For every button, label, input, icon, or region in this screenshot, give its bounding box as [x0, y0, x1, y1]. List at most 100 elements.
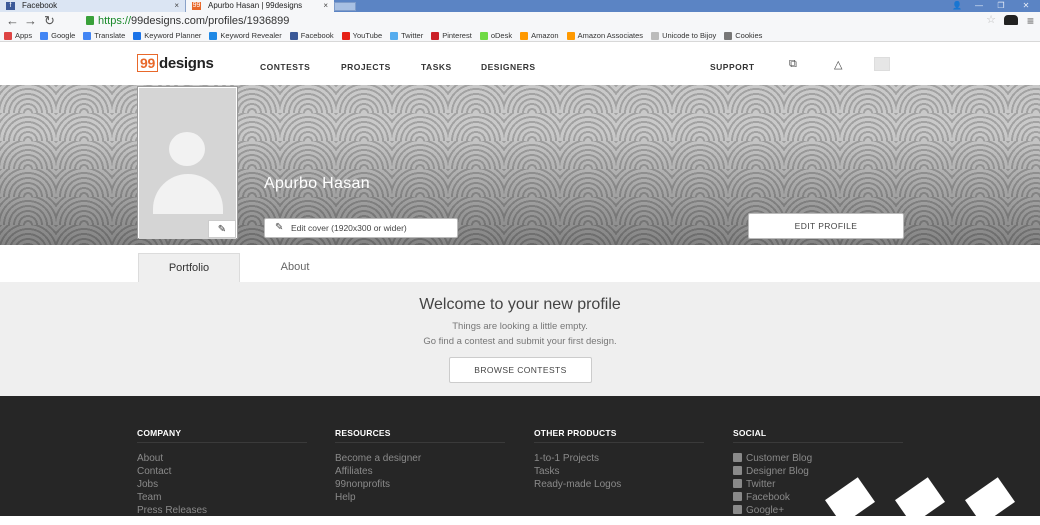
browser-tab-facebook[interactable]: f Facebook × [0, 0, 186, 12]
99designs-favicon-icon: 99 [192, 2, 201, 10]
footer-link-tasks[interactable]: Tasks [534, 465, 704, 478]
nav-projects[interactable]: PROJECTS [341, 62, 391, 72]
portfolio-empty-state: Welcome to your new profile Things are l… [0, 282, 1040, 396]
rss-icon [733, 453, 742, 462]
bookmark-item[interactable]: Facebook [289, 31, 334, 40]
rss-icon [733, 466, 742, 475]
bookmark-label: Amazon [531, 31, 559, 40]
footer-social: SOCIAL Customer Blog Designer Blog Twitt… [733, 428, 903, 517]
footer-link-customer-blog[interactable]: Customer Blog [733, 452, 903, 465]
footer-link-designer-blog[interactable]: Designer Blog [733, 465, 903, 478]
edit-cover-label: Edit cover (1920x300 or wider) [291, 223, 407, 233]
footer-heading: OTHER PRODUCTS [534, 428, 704, 443]
bookmark-item[interactable]: Keyword Planner [133, 31, 201, 40]
footer-link-twitter[interactable]: Twitter [733, 478, 903, 491]
address-bar: ← → ↻ https://99designs.com/profiles/193… [0, 12, 1040, 30]
bookmark-label: Google [51, 31, 76, 40]
edit-cover-button[interactable]: ✎ Edit cover (1920x300 or wider) [264, 218, 458, 238]
footer: COMPANY About Contact Jobs Team Press Re… [0, 396, 1040, 525]
footer-link-about[interactable]: About [137, 452, 307, 465]
bookmark-item[interactable]: Twitter [390, 31, 423, 40]
bookmark-item[interactable]: oDesk [479, 31, 512, 40]
window-controls: 👤 — ❐ ✕ [946, 0, 1040, 12]
footer-link-become-designer[interactable]: Become a designer [335, 452, 505, 465]
bookmark-item[interactable]: Translate [83, 31, 125, 40]
back-icon[interactable]: ← [6, 12, 19, 30]
bell-icon[interactable]: △ [834, 58, 842, 71]
tab-about[interactable]: About [260, 253, 330, 282]
forward-icon[interactable]: → [24, 12, 37, 30]
menu-icon[interactable]: ≡ [1027, 12, 1034, 30]
pencil-icon: ✎ [275, 222, 284, 233]
bookmark-label: Keyword Revealer [220, 31, 282, 40]
bookmark-favicon-icon [431, 31, 440, 40]
footer-link-jobs[interactable]: Jobs [137, 478, 307, 491]
bookmark-label: Amazon Associates [577, 31, 644, 40]
close-window-icon[interactable]: ✕ [1012, 0, 1040, 12]
profile-tabs: Portfolio About [0, 245, 1040, 282]
footer-link-projects[interactable]: 1-to-1 Projects [534, 452, 704, 465]
google-plus-icon [733, 505, 742, 514]
watermark-shape [965, 477, 1015, 525]
maximize-icon[interactable]: ❐ [990, 0, 1012, 12]
footer-link-contact[interactable]: Contact [137, 465, 307, 478]
footer-link-team[interactable]: Team [137, 491, 307, 504]
close-icon[interactable]: × [174, 0, 179, 12]
edit-photo-pencil-icon[interactable]: ✎ [208, 220, 236, 238]
site-header: 99 designs CONTESTS PROJECTS TASKS DESIGN… [0, 43, 1040, 85]
nav-support[interactable]: SUPPORT [710, 62, 755, 72]
reload-icon[interactable]: ↻ [44, 12, 55, 30]
footer-link-help[interactable]: Help [335, 491, 505, 504]
bookmark-label: Unicode to Bijoy [662, 31, 717, 40]
bookmark-favicon-icon [133, 31, 142, 40]
user-icon[interactable]: 👤 [946, 0, 968, 12]
footer-company: COMPANY About Contact Jobs Team Press Re… [137, 428, 307, 517]
bookmark-item[interactable]: Apps [4, 31, 32, 40]
footer-link-affiliates[interactable]: Affiliates [335, 465, 505, 478]
edit-profile-button[interactable]: EDIT PROFILE [748, 213, 904, 239]
bookmark-item[interactable]: Keyword Revealer [209, 31, 282, 40]
bookmark-label: Facebook [300, 31, 334, 40]
extension-icon[interactable] [1004, 15, 1018, 25]
footer-link-logos[interactable]: Ready-made Logos [534, 478, 704, 491]
bookmark-label: Cookies [735, 31, 763, 40]
footer-link-facebook[interactable]: Facebook [733, 491, 903, 504]
browse-contests-button[interactable]: BROWSE CONTESTS [449, 357, 592, 383]
bookmark-label: Twitter [401, 31, 424, 40]
lock-icon [86, 16, 94, 25]
bookmark-favicon-icon [390, 31, 399, 40]
footer-heading: COMPANY [137, 428, 307, 443]
url-scheme: https:// [98, 15, 132, 27]
footer-link-press[interactable]: Press Releases [137, 504, 307, 517]
footer-heading: SOCIAL [733, 428, 903, 443]
footer-link-google-plus[interactable]: Google+ [733, 504, 903, 517]
bookmark-item[interactable]: Google [40, 31, 75, 40]
nav-contests[interactable]: CONTESTS [260, 62, 310, 72]
avatar[interactable] [874, 57, 890, 71]
bookmark-item[interactable]: Amazon Associates [566, 31, 644, 40]
bookmark-favicon-icon [4, 31, 12, 40]
tab-label: Facebook [22, 1, 58, 10]
profile-picture[interactable] [137, 86, 238, 239]
nav-tasks[interactable]: TASKS [421, 62, 452, 72]
logo[interactable]: 99 designs [137, 54, 214, 72]
minimize-icon[interactable]: — [968, 0, 990, 12]
close-icon[interactable]: × [323, 0, 328, 12]
tab-portfolio[interactable]: Portfolio [138, 253, 240, 282]
bookmark-item[interactable]: Cookies [724, 31, 762, 40]
messages-icon[interactable]: ⧉ [789, 58, 797, 71]
bookmark-item[interactable]: Pinterest [431, 31, 472, 40]
footer-link-nonprofits[interactable]: 99nonprofits [335, 478, 505, 491]
browser-tab-99designs[interactable]: 99 Apurbo Hasan | 99designs × [186, 0, 334, 12]
avatar-placeholder-icon [169, 132, 205, 166]
bookmark-star-icon[interactable]: ☆ [986, 13, 996, 26]
bookmark-item[interactable]: Unicode to Bijoy [651, 31, 716, 40]
nav-designers[interactable]: DESIGNERS [481, 62, 536, 72]
bookmark-favicon-icon [83, 31, 92, 40]
bookmark-item[interactable]: Amazon [520, 31, 559, 40]
url-input[interactable]: https://99designs.com/profiles/1936899 [86, 14, 1006, 28]
new-tab-button[interactable] [334, 2, 356, 11]
bookmark-item[interactable]: YouTube [341, 31, 382, 40]
bookmark-favicon-icon [520, 31, 529, 40]
welcome-subtitle-1: Things are looking a little empty. [452, 321, 588, 332]
